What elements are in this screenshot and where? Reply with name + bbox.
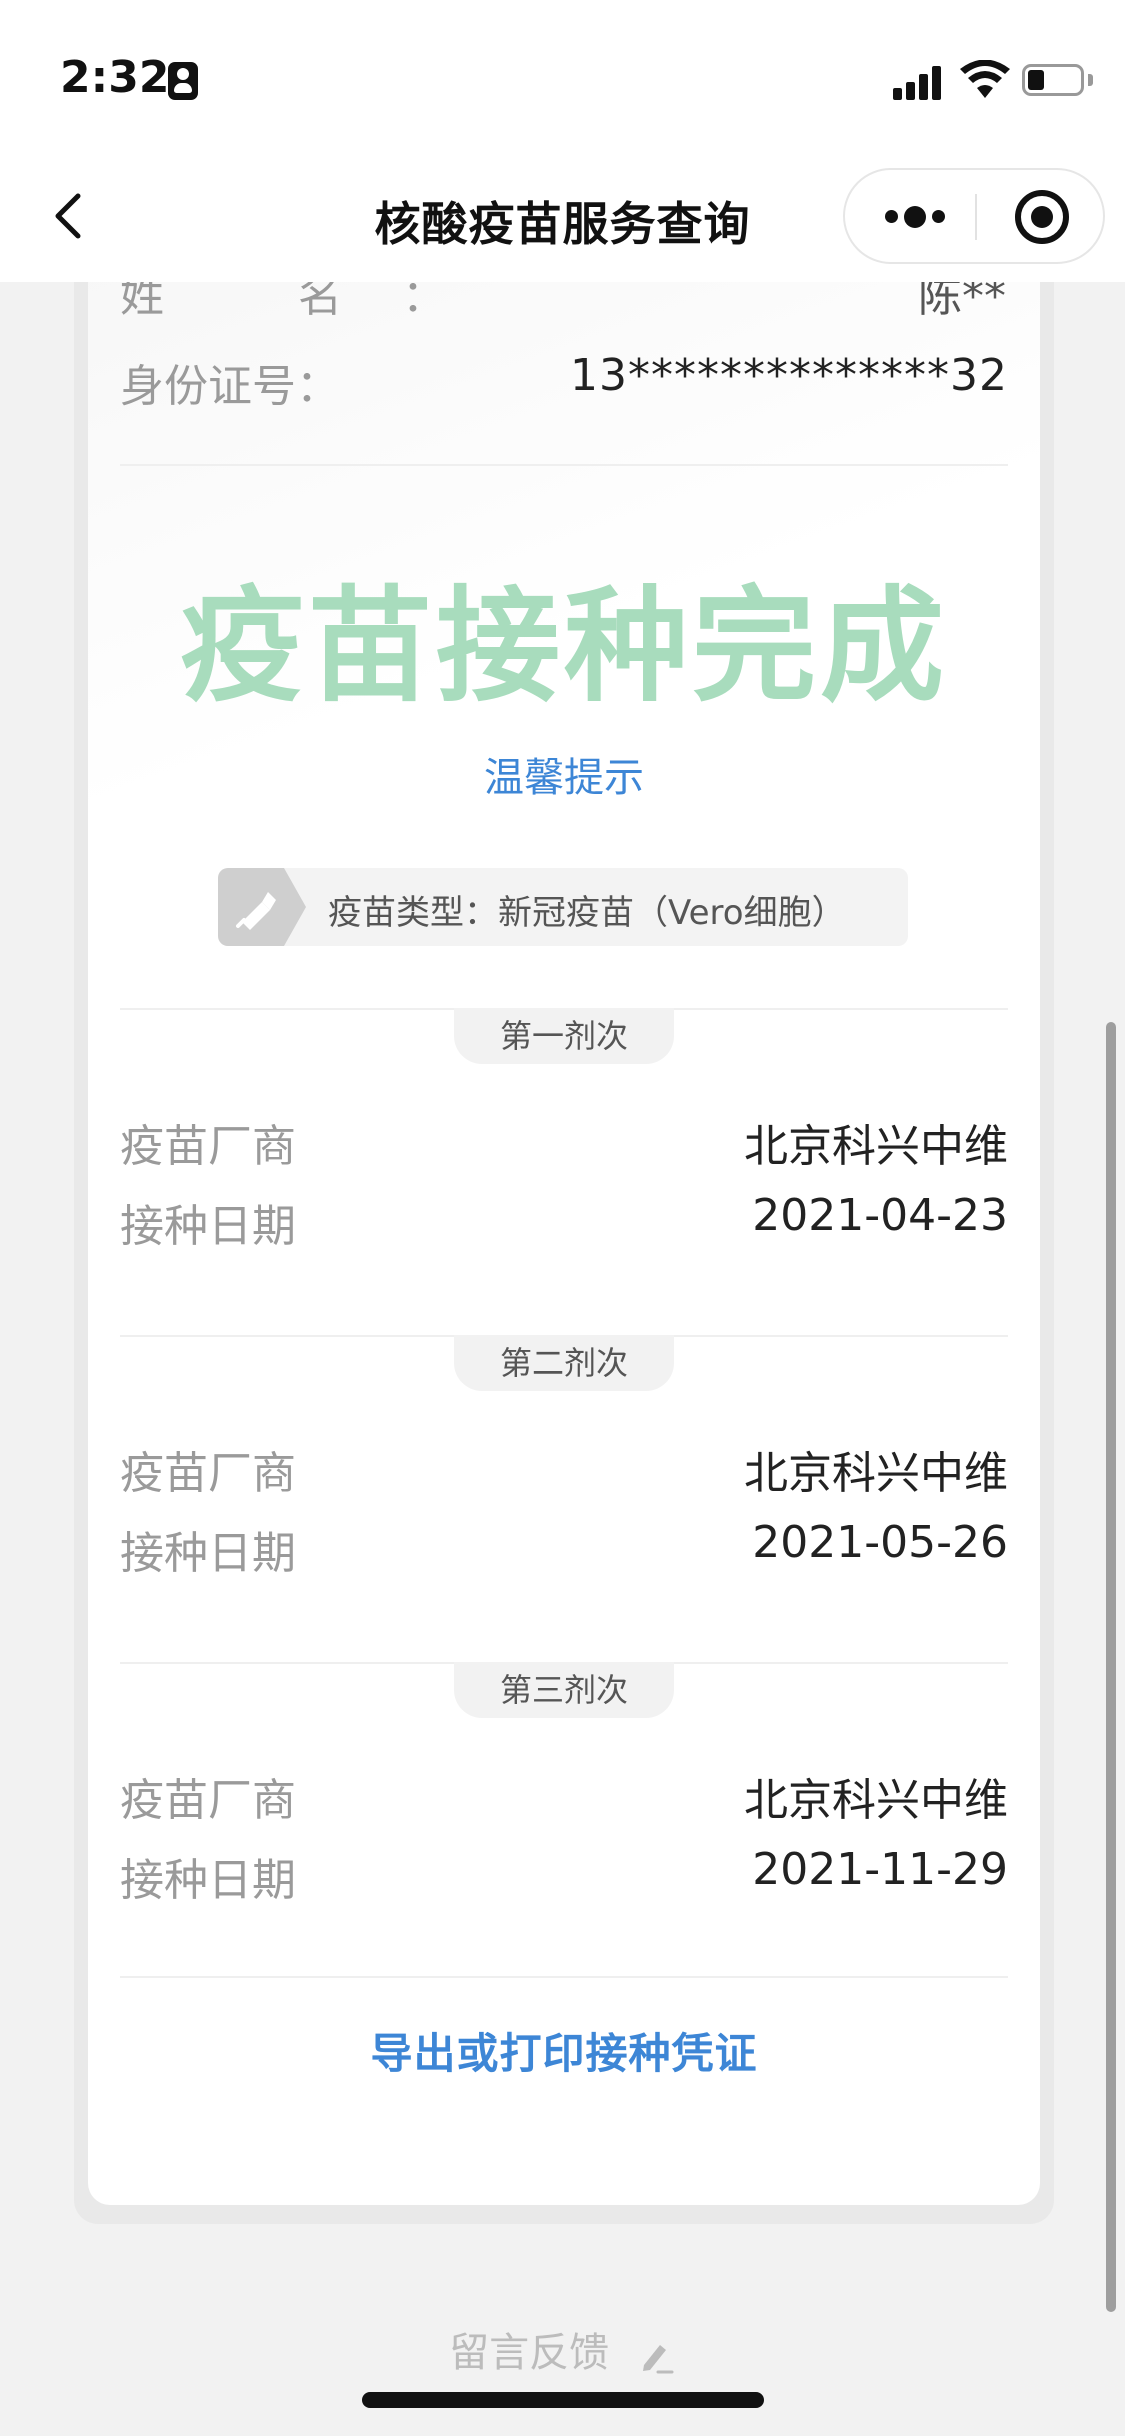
vaccine-record-card: 姓 名： 陈** 身份证号： 13**************32 疫苗接种完成…	[88, 190, 1040, 2205]
date-label: 接种日期	[120, 1528, 296, 1579]
dose-title: 第三剂次	[454, 1662, 674, 1718]
date-value: 2021-04-23	[752, 1190, 1008, 1241]
manufacturer-value: 北京科兴中维	[744, 1121, 1008, 1172]
dose-title: 第二剂次	[454, 1335, 674, 1391]
pencil-icon	[642, 2345, 674, 2374]
scrollbar[interactable]	[1106, 1022, 1116, 2312]
tip-link[interactable]: 温馨提示	[88, 745, 1040, 803]
nav-bar: 核酸疫苗服务查询	[0, 150, 1125, 282]
manufacturer-value: 北京科兴中维	[744, 1448, 1008, 1499]
export-certificate-link[interactable]: 导出或打印接种凭证	[88, 2020, 1040, 2081]
mini-program-capsule	[843, 168, 1105, 264]
status-bar: 2:32	[0, 0, 1125, 150]
feedback-link[interactable]: 留言反馈	[0, 2320, 1125, 2378]
more-dots-icon[interactable]	[885, 206, 945, 228]
status-time: 2:32	[60, 52, 170, 103]
id-value: 13**************32	[570, 350, 1008, 401]
manufacturer-label: 疫苗厂商	[120, 1448, 296, 1499]
person-badge-icon	[168, 62, 198, 100]
home-indicator	[362, 2392, 764, 2408]
manufacturer-label: 疫苗厂商	[120, 1775, 296, 1826]
divider	[120, 464, 1008, 466]
date-label: 接种日期	[120, 1201, 296, 1252]
manufacturer-label: 疫苗厂商	[120, 1121, 296, 1172]
capsule-divider	[975, 194, 977, 240]
target-close-icon[interactable]	[1015, 190, 1069, 244]
date-value: 2021-11-29	[752, 1844, 1008, 1895]
vaccine-type-tag: 疫苗类型：新冠疫苗（Vero细胞）	[218, 868, 908, 946]
wifi-icon	[960, 60, 1010, 98]
date-value: 2021-05-26	[752, 1517, 1008, 1568]
vaccination-status: 疫苗接种完成	[179, 575, 948, 719]
cellular-signal-icon	[893, 64, 943, 100]
feedback-label: 留言反馈	[449, 2330, 610, 2376]
vaccine-type-text: 疫苗类型：新冠疫苗（Vero细胞）	[328, 893, 846, 933]
syringe-icon	[218, 868, 306, 946]
id-label: 身份证号：	[120, 361, 340, 412]
divider	[120, 1976, 1008, 1978]
battery-icon	[1022, 64, 1084, 96]
dose-title: 第一剂次	[454, 1008, 674, 1064]
battery-cap	[1088, 74, 1093, 86]
manufacturer-value: 北京科兴中维	[744, 1775, 1008, 1826]
date-label: 接种日期	[120, 1855, 296, 1906]
